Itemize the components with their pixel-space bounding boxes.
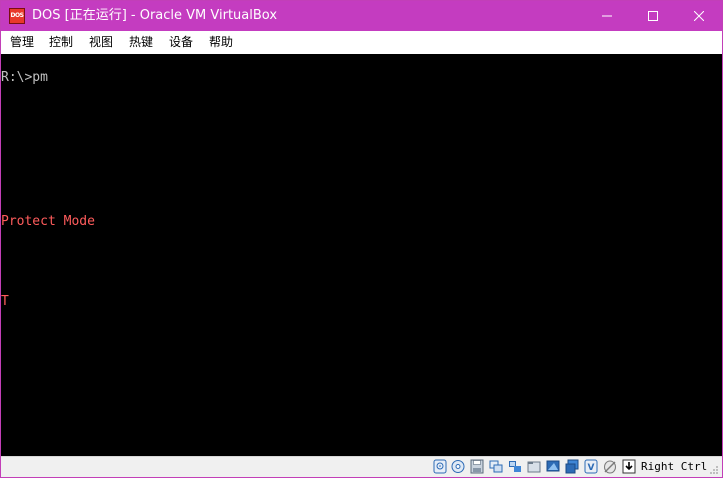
maximize-button[interactable]	[630, 1, 676, 31]
menu-item-control[interactable]: 控制	[49, 31, 73, 54]
console-line-prompt: R:\>pm	[1, 70, 48, 85]
menu-item-help[interactable]: 帮助	[209, 31, 233, 54]
shared-folder-icon[interactable]	[527, 459, 541, 474]
menu-item-view[interactable]: 视图	[89, 31, 113, 54]
resize-grip-icon[interactable]	[709, 465, 719, 475]
display-icon[interactable]	[546, 459, 560, 474]
minimize-icon	[602, 15, 612, 17]
optical-drive-icon[interactable]	[451, 459, 465, 474]
floppy-icon[interactable]	[470, 459, 484, 474]
console-line-protect-mode: Protect Mode	[1, 214, 95, 229]
close-button[interactable]	[676, 1, 722, 31]
menu-item-hotkey[interactable]: 热键	[129, 31, 153, 54]
title-bar[interactable]: DOS DOS [正在运行] - Oracle VM VirtualBox	[1, 1, 722, 31]
window-title: DOS [正在运行] - Oracle VM VirtualBox	[32, 8, 278, 23]
keyboard-icon[interactable]	[622, 459, 636, 474]
status-bar: V Right Ctrl	[1, 456, 722, 477]
hard-disk-icon[interactable]	[433, 459, 447, 474]
dos-app-icon[interactable]: DOS	[9, 8, 25, 24]
host-key-label: Right Ctrl	[641, 460, 708, 473]
menu-bar: 管理 控制 视图 热键 设备 帮助	[1, 31, 722, 54]
close-icon	[693, 10, 705, 22]
cpu-icon[interactable]: V	[584, 459, 598, 474]
svg-text:V: V	[588, 463, 595, 473]
maximize-icon	[648, 11, 658, 21]
console-line-t: T	[1, 294, 9, 309]
video-capture-icon[interactable]	[565, 459, 579, 474]
menu-item-manage[interactable]: 管理	[10, 31, 34, 54]
mouse-integration-icon[interactable]	[603, 459, 617, 474]
network-icon[interactable]	[508, 459, 522, 474]
usb-icon[interactable]	[489, 459, 503, 474]
virtualbox-window: DOS DOS [正在运行] - Oracle VM VirtualBox 管理…	[0, 0, 723, 478]
menu-item-devices[interactable]: 设备	[169, 31, 193, 54]
minimize-button[interactable]	[584, 1, 630, 31]
vm-console-screen[interactable]: R:\>pm Protect Mode T	[1, 54, 722, 456]
